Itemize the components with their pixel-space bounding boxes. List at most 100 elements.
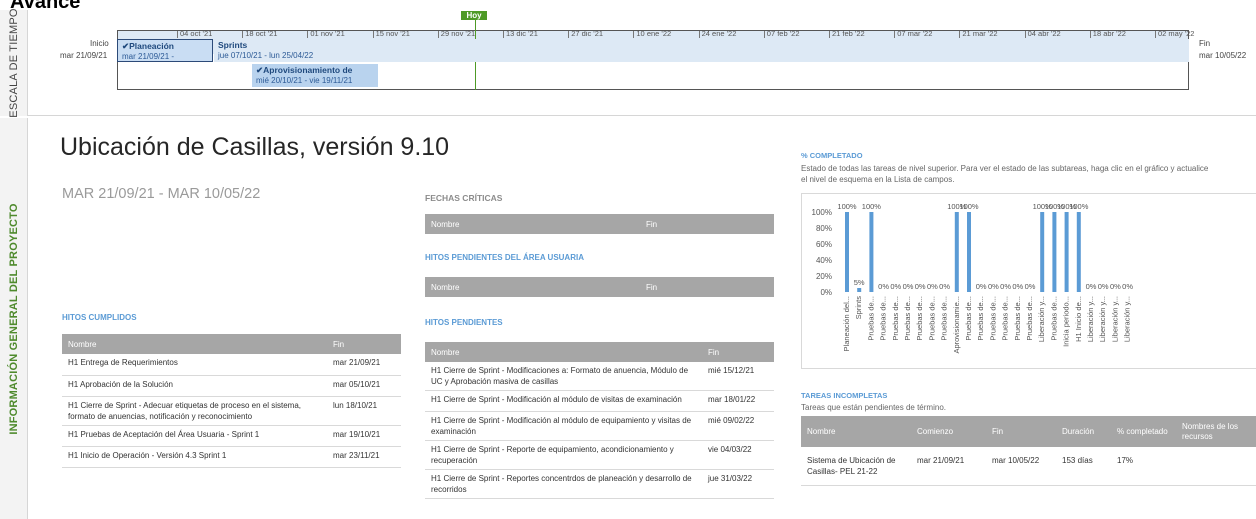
chart-bar bbox=[869, 212, 874, 292]
category-label: Pruebas de... bbox=[866, 296, 875, 341]
hito-cumplido-row[interactable]: H1 Pruebas de Aceptación del Área Usuari… bbox=[62, 425, 401, 447]
timeline-bar-aprovisionamiento[interactable]: ✔Aprovisionamiento de mié 20/10/21 - vie … bbox=[252, 64, 378, 87]
timeline-tick: 04 abr '22 bbox=[1024, 29, 1061, 38]
hito-pendiente-row[interactable]: H1 Cierre de Sprint - Modificaciones a: … bbox=[425, 362, 774, 391]
today-marker: Hoy bbox=[461, 11, 487, 20]
timeline-tick: 02 may '22 bbox=[1154, 29, 1195, 38]
column-header: Fin bbox=[640, 214, 774, 234]
chart-bar bbox=[857, 288, 862, 292]
timeline-bar-planeacion[interactable]: ✔Planeación mar 21/09/21 - bbox=[117, 39, 213, 62]
table-cell: mié 15/12/21 bbox=[702, 362, 774, 391]
table-cell: H1 Cierre de Sprint - Modificación al mó… bbox=[425, 411, 702, 441]
category-label: Liberación y... bbox=[1098, 296, 1107, 342]
chart-bar bbox=[1040, 212, 1045, 292]
chart-bar bbox=[845, 212, 849, 292]
category-label: Pruebas de... bbox=[976, 296, 985, 341]
project-dates: MAR 21/09/21 - MAR 10/05/22 bbox=[62, 186, 261, 202]
hitos-area-usuaria-table[interactable]: Nombre Fin bbox=[425, 277, 774, 297]
table-cell: vie 04/03/22 bbox=[702, 440, 774, 470]
y-tick-label: 100% bbox=[812, 208, 832, 217]
hito-cumplido-row[interactable]: H1 Cierre de Sprint - Adecuar etiquetas … bbox=[62, 396, 401, 426]
project-title[interactable]: Ubicación de Casillas, versión 9.10 bbox=[60, 133, 449, 162]
timeline-bar-sprints[interactable]: Sprints jue 07/10/21 - lun 25/04/22 bbox=[214, 39, 1189, 62]
timeline-tick: 07 mar '22 bbox=[894, 29, 933, 38]
timeline-start-label: Inicio bbox=[90, 39, 109, 48]
data-label: 100% bbox=[1069, 202, 1089, 211]
timeline-tick: 27 dic '21 bbox=[568, 29, 604, 38]
data-label: 0% bbox=[915, 282, 926, 291]
completado-description: Estado de todas las tareas de nivel supe… bbox=[801, 164, 1209, 184]
data-label: 0% bbox=[1000, 282, 1011, 291]
timeline-tick: 24 ene '22 bbox=[698, 29, 737, 38]
category-label: Sprints bbox=[854, 296, 863, 320]
table-cell: mar 18/01/22 bbox=[702, 390, 774, 412]
category-label: Aprovisionamie... bbox=[952, 296, 961, 354]
hito-pendiente-row[interactable]: H1 Cierre de Sprint - Modificación al mó… bbox=[425, 390, 774, 412]
table-cell: Sistema de Ubicación de Casillas- PEL 21… bbox=[801, 447, 911, 486]
timeline-end-date: mar 10/05/22 bbox=[1199, 51, 1247, 60]
chart-bar bbox=[954, 212, 959, 292]
column-header: Fin bbox=[327, 334, 401, 354]
category-label: Planeación del... bbox=[842, 296, 851, 351]
category-label: Pruebas de... bbox=[1001, 296, 1010, 341]
table-cell: jue 31/03/22 bbox=[702, 469, 774, 499]
hito-pendiente-row[interactable]: H1 Cierre de Sprint - Reporte de equipam… bbox=[425, 440, 774, 470]
data-label: 100% bbox=[837, 202, 857, 211]
table-cell: mar 19/10/21 bbox=[327, 425, 401, 447]
data-label: 0% bbox=[927, 282, 938, 291]
data-label: 0% bbox=[1098, 282, 1109, 291]
y-tick-label: 80% bbox=[816, 224, 832, 233]
data-label: 0% bbox=[890, 282, 901, 291]
table-cell: H1 Inicio de Operación - Versión 4.3 Spr… bbox=[62, 446, 327, 468]
category-label: Pruebas de... bbox=[988, 296, 997, 341]
completado-chart-svg: 100% 80% 60% 40% 20% 0% 100% Planeación del...5… bbox=[812, 202, 1134, 354]
table-cell: lun 18/10/21 bbox=[327, 396, 401, 426]
timeline-tick: 15 nov '21 bbox=[372, 29, 410, 38]
table-cell: H1 Cierre de Sprint - Adecuar etiquetas … bbox=[62, 396, 327, 426]
chart-bar bbox=[967, 212, 971, 292]
hito-cumplido-row[interactable]: H1 Inicio de Operación - Versión 4.3 Spr… bbox=[62, 446, 401, 468]
hito-cumplido-row[interactable]: H1 Entrega de Requerimientos mar 21/09/21 bbox=[62, 354, 401, 376]
timeline[interactable]: 04 oct '21 18 oct '21 01 nov '21 15 nov '21… bbox=[28, 10, 1256, 116]
table-cell: mar 10/05/22 bbox=[986, 447, 1056, 486]
hitos-cumplidos-title: HITOS CUMPLIDOS bbox=[62, 313, 137, 322]
column-header: % completado bbox=[1111, 416, 1176, 447]
hito-cumplido-row[interactable]: H1 Aprobación de la Solución mar 05/10/21 bbox=[62, 375, 401, 397]
category-label: Pruebas de... bbox=[940, 296, 949, 341]
info-side-label: INFORMACIÓN GENERAL DEL PROYECTO bbox=[0, 118, 28, 519]
category-label: Liberación y... bbox=[1110, 296, 1119, 342]
column-header: Nombre bbox=[801, 416, 911, 447]
category-label: Liberación y... bbox=[1086, 296, 1095, 342]
data-label: 0% bbox=[1025, 282, 1036, 291]
hito-pendiente-row[interactable]: H1 Cierre de Sprint - Reportes concentrd… bbox=[425, 469, 774, 499]
category-label: Pruebas de... bbox=[964, 296, 973, 341]
data-label: 0% bbox=[939, 282, 950, 291]
data-label: 0% bbox=[878, 282, 889, 291]
tareas-incompletas-table[interactable]: Nombre Comienzo Fin Duración% completado Nom… bbox=[801, 416, 1256, 486]
column-header: Duración bbox=[1056, 416, 1111, 447]
hitos-cumplidos-table[interactable]: Nombre Fin H1 Entrega de Requerimientos m… bbox=[62, 334, 401, 468]
fechas-criticas-title: FECHAS CRÍTICAS bbox=[425, 193, 503, 203]
timeline-tick: 07 feb '22 bbox=[763, 29, 800, 38]
timeline-tick: 04 oct '21 bbox=[176, 29, 213, 38]
table-cell: mié 09/02/22 bbox=[702, 411, 774, 441]
tarea-incompleta-row[interactable]: Sistema de Ubicación de Casillas- PEL 21… bbox=[801, 447, 1256, 486]
hitos-pendientes-table[interactable]: Nombre Fin H1 Cierre de Sprint - Modific… bbox=[425, 342, 774, 499]
column-header: Nombre bbox=[425, 214, 640, 234]
data-label: 0% bbox=[903, 282, 914, 291]
table-cell: mar 23/11/21 bbox=[327, 446, 401, 468]
timeline-tick: 29 nov '21 bbox=[437, 29, 476, 38]
completado-chart[interactable]: 100% 80% 60% 40% 20% 0% 100% Planeación del... 5… bbox=[801, 193, 1256, 369]
column-header: Nombre bbox=[425, 342, 702, 362]
timeline-side-label: ESCALA DE TIEMPO bbox=[0, 8, 28, 118]
fechas-criticas-table[interactable]: Nombre Fin bbox=[425, 214, 774, 234]
hitos-area-usuaria-title: HITOS PENDIENTES DEL ÁREA USUARIA bbox=[425, 253, 584, 262]
data-label: 0% bbox=[976, 282, 987, 291]
chart-bar bbox=[1076, 212, 1081, 292]
column-header: Nombre bbox=[425, 277, 640, 297]
hito-pendiente-row[interactable]: H1 Cierre de Sprint - Modificación al mó… bbox=[425, 411, 774, 441]
timeline-tick: 18 oct '21 bbox=[242, 29, 278, 38]
data-label: 100% bbox=[862, 202, 882, 211]
table-cell: H1 Cierre de Sprint - Reportes concentrd… bbox=[425, 469, 702, 499]
category-label: Liberación y... bbox=[1123, 296, 1132, 342]
